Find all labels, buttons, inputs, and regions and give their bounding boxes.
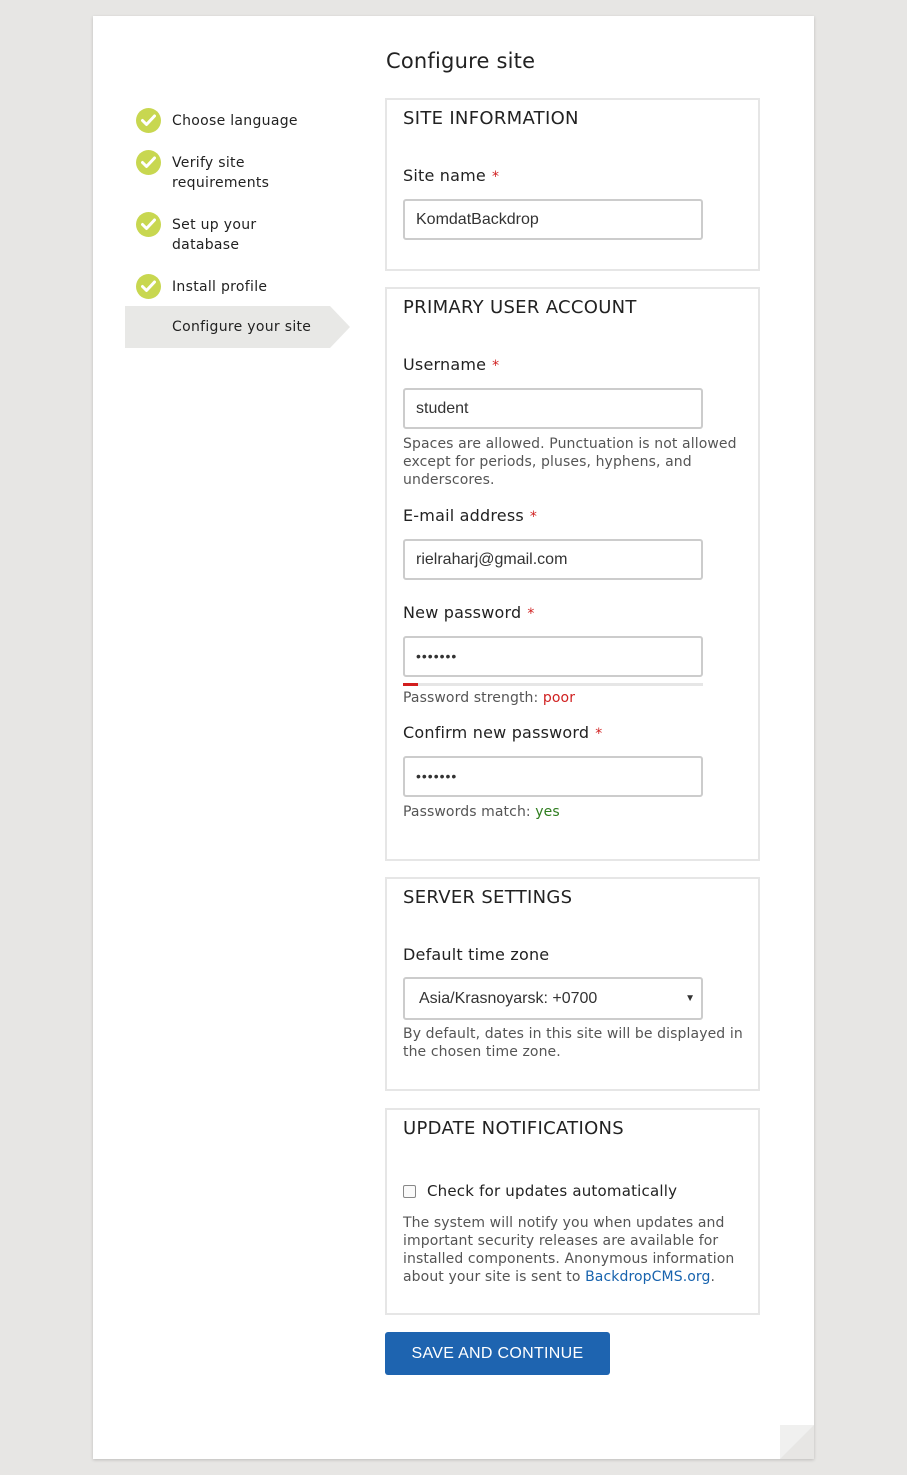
check-icon [136, 108, 161, 133]
site-name-label: Site name * [403, 166, 500, 185]
new-password-label: New password * [403, 603, 535, 622]
step-install-profile: Install profile [125, 274, 350, 300]
username-input[interactable]: student [403, 388, 703, 429]
required-marker: * [492, 358, 500, 374]
update-check-checkbox[interactable] [403, 1185, 416, 1198]
required-marker: * [491, 169, 500, 185]
fieldset-legend: SITE INFORMATION [403, 108, 579, 129]
update-description: The system will notify you when updates … [403, 1215, 735, 1285]
timezone-label: Default time zone [403, 945, 550, 964]
fieldset-server-settings: SERVER SETTINGS Default time zone Asia/K… [385, 877, 760, 1091]
email-input[interactable]: rielraharj@gmail.com [403, 539, 703, 580]
page-title: Configure site [386, 49, 536, 73]
fieldset-legend: UPDATE NOTIFICATIONS [403, 1118, 625, 1139]
install-page: Configure site Choose language Verify si… [93, 16, 814, 1459]
required-marker: * [595, 726, 603, 742]
backdropcms-link[interactable]: BackdropCMS.org [585, 1269, 710, 1285]
step-label: Choose language [172, 113, 298, 129]
timezone-selected-value: Asia/Krasnoyarsk: +0700 [419, 990, 598, 1007]
fieldset-update-notifications: UPDATE NOTIFICATIONS Check for updates a… [385, 1108, 760, 1315]
password-strength-bar [403, 683, 703, 686]
required-marker: * [529, 509, 538, 525]
step-database: Set up your database [125, 212, 350, 256]
confirm-password-input[interactable]: ••••••• [403, 756, 703, 797]
required-marker: * [527, 606, 535, 622]
password-strength-text: Password strength: poor [403, 690, 576, 706]
page-fold-corner [780, 1425, 814, 1459]
dropdown-arrow-icon: ▼ [685, 993, 695, 1004]
fieldset-legend: PRIMARY USER ACCOUNT [403, 297, 637, 318]
check-icon [136, 150, 161, 175]
site-name-input[interactable]: KomdatBackdrop [403, 199, 703, 240]
timezone-select[interactable]: Asia/Krasnoyarsk: +0700 ▼ [403, 977, 703, 1020]
username-description: Spaces are allowed. Punctuation is not a… [403, 436, 737, 488]
fieldset-site-information: SITE INFORMATION Site name * KomdatBackdr… [385, 98, 760, 271]
fieldset-legend: SERVER SETTINGS [403, 887, 573, 908]
password-strength-fill [403, 683, 418, 686]
step-choose-language: Choose language [125, 108, 350, 134]
step-label: Set up your database [172, 217, 257, 253]
save-and-continue-button[interactable]: SAVE AND CONTINUE [385, 1332, 610, 1375]
check-icon [136, 212, 161, 237]
email-label: E-mail address * [403, 506, 538, 525]
step-label: Install profile [172, 279, 268, 295]
username-label: Username * [403, 355, 500, 374]
step-label: Verify site requirements [172, 155, 270, 191]
step-verify-requirements: Verify site requirements [125, 150, 350, 194]
fieldset-primary-user-account: PRIMARY USER ACCOUNT Username * student S… [385, 287, 760, 861]
step-label: Configure your site [172, 319, 312, 335]
check-icon [136, 274, 161, 299]
confirm-password-label: Confirm new password * [403, 723, 603, 742]
password-match-text: Passwords match: yes [403, 804, 560, 820]
timezone-description: By default, dates in this site will be d… [403, 1026, 743, 1060]
new-password-input[interactable]: ••••••• [403, 636, 703, 677]
step-configure-site: Configure your site [125, 306, 350, 348]
password-match-value: yes [535, 804, 560, 820]
password-strength-value: poor [542, 690, 576, 706]
update-check-label[interactable]: Check for updates automatically [427, 1182, 677, 1200]
